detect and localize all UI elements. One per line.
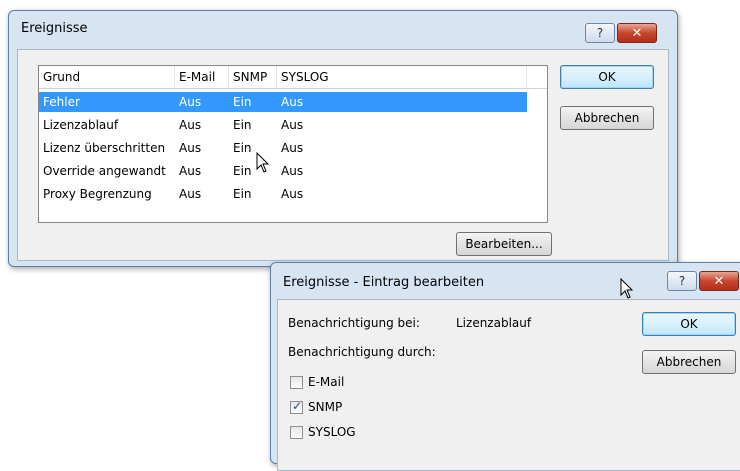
- email-checkbox-label[interactable]: E-Mail: [308, 375, 344, 389]
- mouse-cursor-icon: [620, 278, 634, 299]
- mouse-cursor-icon: [256, 152, 270, 173]
- cell-snmp: Ein: [233, 187, 252, 201]
- cancel-button[interactable]: Abbrechen: [560, 106, 654, 130]
- column-header-email[interactable]: E-Mail: [175, 66, 229, 88]
- help-icon: ?: [678, 274, 686, 288]
- notify-via-label: Benachrichtigung durch:: [288, 345, 436, 359]
- edit-entry-dialog-title: Ereignisse - Eintrag bearbeiten: [283, 275, 485, 290]
- table-row[interactable]: Lizenz überschritten Aus Ein Aus: [39, 138, 527, 158]
- close-icon: ✕: [631, 25, 643, 41]
- help-button[interactable]: ?: [585, 23, 615, 43]
- events-dialog: Ereignisse ? ✕ Grund E-Mail SNMP SYSLOG …: [8, 10, 678, 267]
- email-checkbox[interactable]: [290, 376, 303, 389]
- table-row[interactable]: Proxy Begrenzung Aus Ein Aus: [39, 184, 527, 204]
- cell-email: Aus: [179, 118, 202, 132]
- snmp-checkbox[interactable]: ✓: [290, 399, 303, 414]
- notify-on-label: Benachrichtigung bei:: [288, 316, 420, 330]
- cell-email: Aus: [179, 141, 202, 155]
- cell-syslog: Aus: [281, 164, 304, 178]
- events-list-header: Grund E-Mail SNMP SYSLOG: [39, 66, 547, 89]
- close-icon: ✕: [713, 273, 725, 289]
- cell-syslog: Aus: [281, 141, 304, 155]
- column-header-snmp[interactable]: SNMP: [229, 66, 277, 88]
- table-row[interactable]: Lizenzablauf Aus Ein Aus: [39, 115, 527, 135]
- cell-grund: Lizenz überschritten: [43, 141, 166, 155]
- cell-email: Aus: [179, 95, 202, 109]
- cell-syslog: Aus: [281, 95, 304, 109]
- help-button[interactable]: ?: [667, 271, 697, 291]
- syslog-checkbox[interactable]: [290, 426, 303, 439]
- snmp-checkbox-label[interactable]: SNMP: [308, 400, 342, 414]
- notify-on-value: Lizenzablauf: [456, 316, 532, 330]
- column-header-grund[interactable]: Grund: [39, 66, 175, 88]
- events-list[interactable]: Grund E-Mail SNMP SYSLOG Fehler Aus Ein …: [38, 65, 548, 223]
- column-header-syslog[interactable]: SYSLOG: [277, 66, 527, 88]
- cell-syslog: Aus: [281, 187, 304, 201]
- edit-button[interactable]: Bearbeiten...: [456, 232, 552, 256]
- cell-snmp: Ein: [233, 164, 252, 178]
- cell-email: Aus: [179, 164, 202, 178]
- cell-grund: Lizenzablauf: [43, 118, 119, 132]
- cell-snmp: Ein: [233, 141, 252, 155]
- ok-button[interactable]: OK: [560, 65, 654, 89]
- help-icon: ?: [596, 26, 604, 40]
- syslog-checkbox-label[interactable]: SYSLOG: [308, 425, 356, 439]
- table-row[interactable]: Fehler Aus Ein Aus: [39, 92, 527, 112]
- cell-snmp: Ein: [233, 118, 252, 132]
- events-dialog-title: Ereignisse: [21, 21, 88, 36]
- close-button[interactable]: ✕: [699, 271, 739, 291]
- ok-button[interactable]: OK: [642, 312, 736, 336]
- cell-email: Aus: [179, 187, 202, 201]
- cell-grund: Fehler: [43, 95, 80, 109]
- checkmark-icon: ✓: [292, 399, 303, 413]
- close-button[interactable]: ✕: [617, 23, 657, 43]
- cell-grund: Override angewandt: [43, 164, 166, 178]
- cell-syslog: Aus: [281, 118, 304, 132]
- cell-grund: Proxy Begrenzung: [43, 187, 152, 201]
- edit-entry-dialog-client: Benachrichtigung bei: Lizenzablauf Benac…: [277, 299, 740, 471]
- cell-snmp: Ein: [233, 95, 252, 109]
- table-row[interactable]: Override angewandt Aus Ein Aus: [39, 161, 527, 181]
- events-dialog-client: Grund E-Mail SNMP SYSLOG Fehler Aus Ein …: [17, 49, 669, 261]
- cancel-button[interactable]: Abbrechen: [642, 350, 736, 374]
- edit-entry-dialog: Ereignisse - Eintrag bearbeiten ? ✕ Bena…: [270, 262, 740, 471]
